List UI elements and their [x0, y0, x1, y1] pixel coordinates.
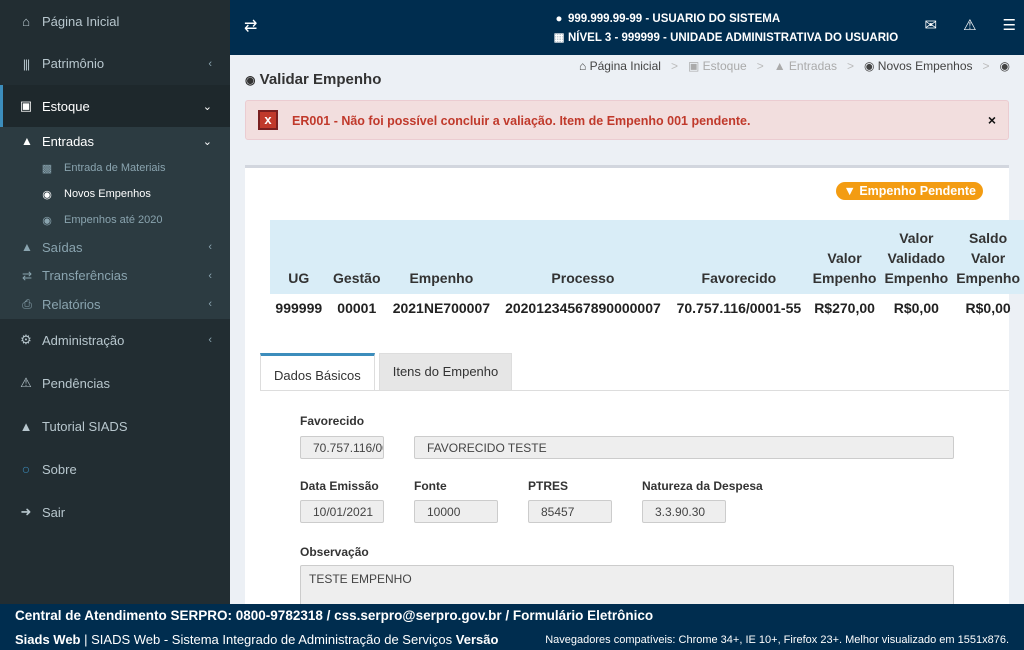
footer-browsers: Navegadores compatíveis: Chrome 34+, IE …	[545, 634, 1009, 646]
thumbs-down-icon: ▼	[843, 184, 856, 198]
breadcrumb-estoque[interactable]: ▣ Estoque	[688, 59, 747, 73]
tab-dados-basicos[interactable]: Dados Básicos	[260, 353, 375, 390]
col-empenho: Empenho	[385, 220, 497, 294]
barcode-icon: |||	[22, 56, 30, 71]
inventory-icon: ▣	[19, 98, 33, 113]
empenho-summary-table: UG Gestão Empenho Processo Favorecido Va…	[270, 220, 1024, 322]
exchange-icon: ⇄	[21, 268, 33, 283]
footer: Central de Atendimento SERPRO: 0800-9782…	[0, 604, 1024, 650]
truck-out-icon: ▲	[21, 240, 33, 255]
sidebar-item-estoque[interactable]: ▣ Estoque ⌄	[0, 85, 230, 127]
money-icon: ◉	[42, 214, 52, 227]
tab-itens-empenho[interactable]: Itens do Empenho	[378, 353, 513, 390]
tab-bar: Dados Básicos Itens do Empenho	[260, 353, 513, 390]
footer-contact: Central de Atendimento SERPRO: 0800-9782…	[15, 608, 654, 623]
error-alert: x ER001 - Não foi possível concluir a va…	[245, 100, 1009, 140]
money-icon: ◉	[999, 59, 1010, 73]
col-favorecido: Favorecido	[669, 220, 809, 294]
sidebar-item-empenhos-2020[interactable]: ◉ Empenhos até 2020	[0, 207, 230, 233]
sidebar-item-saidas[interactable]: ▲ Saídas ‹	[0, 233, 230, 262]
sidebar-item-patrimonio[interactable]: ||| Patrimônio ‹	[0, 42, 230, 85]
fonte-field[interactable]: 10000	[414, 500, 498, 523]
chevron-left-icon: ‹	[208, 298, 212, 311]
sidebar-item-sobre[interactable]: ○ Sobre	[0, 448, 230, 491]
col-ug: UG	[270, 220, 328, 294]
sidebar-item-sair[interactable]: ➜ Sair	[0, 491, 230, 534]
data-emissao-label: Data Emissão	[300, 479, 379, 493]
data-emissao-field[interactable]: 10/01/2021	[300, 500, 384, 523]
chevron-down-icon: ⌄	[202, 100, 212, 113]
warning-icon: ⚠	[20, 375, 32, 390]
money-icon: ◉	[42, 188, 52, 201]
breadcrumb: ⌂ Página Inicial > ▣ Estoque > ▲ Entrada…	[578, 59, 1010, 73]
print-icon: ⎙	[22, 296, 32, 311]
sitemap-icon: ▦	[553, 32, 565, 44]
sidebar-item-novos-empenhos[interactable]: ◉ Novos Empenhos	[0, 181, 230, 207]
breadcrumb-entradas[interactable]: ▲ Entradas	[774, 59, 837, 73]
chevron-left-icon: ‹	[208, 57, 212, 70]
status-badge: ▼ Empenho Pendente	[836, 182, 983, 200]
cubes-icon: ▩	[41, 162, 53, 175]
top-header: ⇄ ● 999.999.99-99 - USUARIO DO SISTEMA ▦ N…	[230, 0, 1024, 55]
breadcrumb-home[interactable]: ⌂ Página Inicial	[579, 59, 661, 73]
page-title: ◉ Validar Empenho	[245, 71, 382, 88]
error-icon: x	[258, 110, 278, 130]
chevron-left-icon: ‹	[208, 269, 212, 282]
table-row: 999999 00001 2021NE700007 20201234567890…	[275, 300, 1011, 316]
sidebar-item-tutorial[interactable]: ▲ Tutorial SIADS	[0, 405, 230, 448]
chevron-down-icon: ⌄	[202, 135, 212, 148]
ptres-label: PTRES	[528, 479, 569, 493]
sidebar-item-entradas[interactable]: ▲ Entradas ⌄	[0, 127, 230, 155]
user-icon: ●	[555, 13, 563, 25]
favorecido-cnpj-field[interactable]: 70.757.116/0001-55	[300, 436, 384, 459]
col-saldo: Saldo Valor Empenho	[952, 220, 1024, 294]
col-processo: Processo	[496, 220, 670, 294]
natureza-field[interactable]: 3.3.90.30	[642, 500, 726, 523]
graduation-cap-icon: ▲	[19, 418, 33, 434]
user-info: ● 999.999.99-99 - USUARIO DO SISTEMA ▦ NÍV…	[552, 10, 899, 48]
breadcrumb-novos-empenhos[interactable]: ◉ Novos Empenhos	[864, 59, 973, 73]
main-content: ◉ Validar Empenho ⌂ Página Inicial > ▣ E…	[230, 55, 1024, 604]
estoque-submenu: ▲ Entradas ⌄ ▩ Entrada de Materiais ◉ No…	[0, 127, 230, 319]
natureza-label: Natureza da Despesa	[642, 479, 763, 493]
home-icon: ⌂	[22, 13, 30, 29]
sidebar-item-transferencias[interactable]: ⇄ Transferências ‹	[0, 262, 230, 291]
sidebar: ⌂ Página Inicial ||| Patrimônio ‹ ▣ Esto…	[0, 0, 230, 604]
col-valor-validado: Valor Validado Empenho	[880, 220, 953, 294]
observacao-label: Observação	[300, 545, 369, 559]
chevron-left-icon: ‹	[208, 334, 212, 346]
observacao-textarea[interactable]: TESTE EMPENHO	[300, 565, 954, 604]
close-icon[interactable]: ×	[988, 112, 996, 128]
col-valor-empenho: Valor Empenho	[808, 220, 881, 294]
error-message: ER001 - Não foi possível concluir a vali…	[292, 114, 751, 128]
favorecido-nome-field[interactable]: FAVORECIDO TESTE	[414, 436, 954, 459]
fonte-label: Fonte	[414, 479, 447, 493]
warning-icon[interactable]: ⚠	[963, 16, 976, 34]
sign-in-icon: ➜	[20, 504, 32, 519]
sidebar-item-pagina-inicial[interactable]: ⌂ Página Inicial	[0, 0, 230, 42]
sidebar-item-pendencias[interactable]: ⚠ Pendências	[0, 362, 230, 405]
gears-icon: ⚙	[20, 332, 32, 347]
chevron-left-icon: ‹	[208, 241, 212, 254]
ptres-field[interactable]: 85457	[528, 500, 612, 523]
sidebar-item-relatorios[interactable]: ⎙ Relatórios ‹	[0, 290, 230, 319]
money-icon: ◉	[245, 73, 256, 87]
hamburger-menu-icon[interactable]: ☰	[1003, 16, 1016, 34]
sidebar-item-entrada-materiais[interactable]: ▩ Entrada de Materiais	[0, 155, 230, 181]
table-header-row: UG Gestão Empenho Processo Favorecido Va…	[270, 220, 1024, 294]
truck-icon: ▲	[21, 134, 33, 148]
footer-system: Siads Web | SIADS Web - Sistema Integrad…	[15, 632, 499, 647]
circle-icon: ○	[21, 461, 31, 477]
favorecido-label: Favorecido	[300, 414, 365, 428]
envelope-icon[interactable]: ✉	[925, 16, 938, 34]
col-gestao: Gestão	[327, 220, 386, 294]
menu-toggle-icon[interactable]: ⇄	[244, 16, 257, 36]
empenho-box: ▼ Empenho Pendente UG Gestão Empenho Pro…	[245, 165, 1024, 604]
sidebar-item-administracao[interactable]: ⚙ Administração ‹	[0, 319, 230, 362]
